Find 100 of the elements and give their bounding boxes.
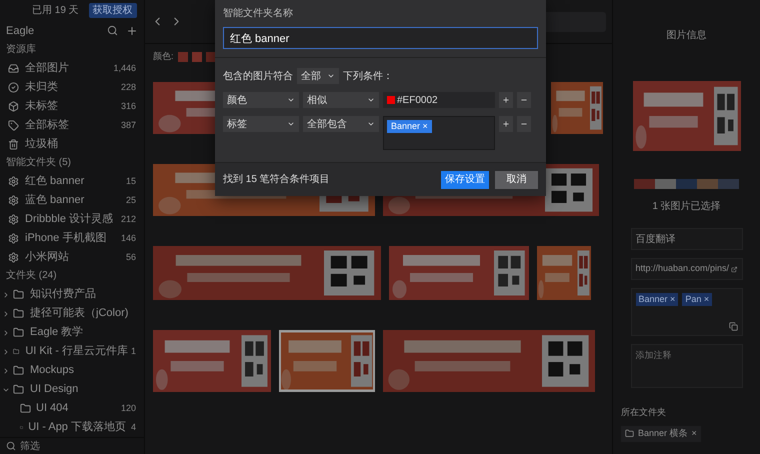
sidebar-item[interactable]: 小米网站 56 — [0, 248, 144, 268]
save-button[interactable]: 保存设置 — [441, 170, 489, 188]
tags-input-field[interactable]: Banner × — [383, 116, 495, 150]
notes-field[interactable]: 添加注释 — [630, 344, 742, 388]
item-label: 未归类 — [25, 80, 59, 96]
folder-label: UI Kit - 行星云元件库 — [25, 344, 128, 360]
folder-icon — [13, 308, 24, 320]
color-swatch[interactable] — [387, 96, 395, 104]
folder-icon — [13, 327, 24, 338]
folder-icon — [20, 403, 31, 414]
gear-icon — [8, 195, 19, 206]
remove-rule-button[interactable] — [517, 116, 531, 132]
field-select[interactable]: 标签 — [223, 116, 299, 132]
palette-color[interactable] — [697, 179, 718, 189]
name-label: 智能文件夹名称 — [223, 6, 293, 21]
gear-icon — [8, 214, 19, 226]
name-field[interactable]: 百度翻译 — [630, 228, 742, 250]
folder-chip[interactable]: Banner 横条 × — [621, 426, 701, 442]
sidebar-item[interactable]: 未归类 228 — [0, 78, 144, 98]
folder-count: 4 — [130, 420, 136, 434]
disclosure-icon[interactable] — [2, 290, 10, 299]
field-select[interactable]: 颜色 — [223, 92, 299, 108]
palette-color[interactable] — [676, 179, 697, 189]
plus-icon — [502, 120, 510, 128]
url-field[interactable]: http://huaban.com/pins/ — [630, 258, 742, 280]
folder-label: UI Design — [30, 382, 80, 398]
remove-rule-button[interactable] — [517, 92, 531, 108]
cancel-button[interactable]: 取消 — [495, 170, 538, 188]
folder-item[interactable]: UI 404 120 — [0, 399, 144, 418]
item-label: 蓝色 banner — [25, 193, 86, 208]
caret-icon — [367, 120, 375, 128]
color-swatch[interactable] — [178, 52, 188, 62]
match-select[interactable]: 全部 — [297, 68, 339, 84]
sidebar-item[interactable]: 全部标签 387 — [0, 116, 144, 136]
caret-icon — [367, 96, 375, 104]
tag-chip[interactable]: Pan × — [682, 293, 712, 306]
color-value-field[interactable]: #EF0002 — [383, 92, 495, 108]
tag-chip[interactable]: Banner × — [387, 120, 432, 133]
filter-field[interactable]: 筛选 — [20, 438, 120, 454]
sidebar-item[interactable]: iPhone 手机截图 146 — [0, 229, 144, 248]
folder-item[interactable]: Eagle 教学 — [0, 323, 144, 342]
caret-icon — [287, 96, 295, 104]
item-count: 56 — [126, 250, 136, 264]
section-heading: 智能文件夹 (5) — [5, 156, 72, 170]
disclosure-icon[interactable] — [2, 328, 10, 337]
inbox-icon — [8, 63, 19, 74]
tags-field[interactable]: Banner × Pan × — [630, 288, 742, 336]
folder-item[interactable]: UI Kit - 行星云元件库 1 — [0, 342, 144, 362]
sidebar-item[interactable]: 垃圾桶 — [0, 135, 144, 154]
buy-button[interactable]: 获取授权 — [88, 2, 137, 18]
item-label: Dribbble 设计灵感 — [25, 212, 114, 228]
search-icon[interactable] — [107, 25, 118, 36]
item-label: 全部图片 — [25, 60, 70, 76]
sidebar-item[interactable]: 全部图片 1,446 — [0, 59, 144, 78]
palette-color[interactable] — [655, 179, 676, 189]
folder-count: 120 — [120, 402, 136, 415]
section-heading: 资源库 — [5, 42, 37, 58]
sidebar-item[interactable]: Dribbble 设计灵感 212 — [0, 210, 144, 230]
add-rule-button[interactable] — [499, 92, 513, 108]
folder-item[interactable]: 知识付费产品 — [0, 285, 144, 304]
add-icon[interactable] — [126, 24, 138, 37]
palette-color[interactable] — [718, 179, 739, 189]
item-label: 垃圾桶 — [25, 137, 59, 152]
copy-icon[interactable] — [728, 322, 738, 331]
folder-label: Eagle 教学 — [30, 325, 84, 340]
panel-title: 图片信息 — [666, 28, 706, 43]
caret-icon — [287, 120, 295, 128]
operator-select[interactable]: 相似 — [303, 92, 379, 108]
folder-label: UI - App 下载落地页 — [28, 420, 126, 436]
item-count: 15 — [126, 174, 136, 188]
folder-icon — [13, 365, 24, 376]
item-label: iPhone 手机截图 — [25, 231, 108, 246]
sidebar-item[interactable]: 红色 banner 15 — [0, 172, 144, 192]
remove-folder[interactable]: × — [692, 426, 697, 440]
trial-days: 已用 19 天 — [32, 2, 79, 18]
folder-item[interactable]: UI - App 下载落地页 4 — [0, 418, 144, 438]
disclosure-icon[interactable] — [2, 348, 10, 356]
sidebar-item[interactable]: 未标签 316 — [0, 97, 144, 116]
check-circle-icon — [8, 82, 19, 94]
gear-icon — [8, 252, 19, 264]
folder-heading: 所在文件夹 — [621, 406, 666, 419]
tag-chip[interactable]: Banner × — [636, 293, 678, 306]
disclosure-icon[interactable] — [2, 310, 10, 318]
selection-count: 1 张图片已选择 — [652, 200, 721, 214]
folder-item[interactable]: UI Design — [0, 380, 144, 400]
color-swatch[interactable] — [206, 52, 216, 62]
item-count: 228 — [120, 80, 136, 94]
item-count: 25 — [126, 194, 136, 207]
palette-color[interactable] — [634, 179, 655, 189]
folder-item[interactable]: 捷径可能表（jColor) — [0, 304, 144, 324]
operator-select[interactable]: 全部包含 — [303, 116, 379, 132]
color-swatch[interactable] — [192, 52, 202, 62]
folder-item[interactable]: Mockups — [0, 361, 144, 380]
folder-name-field[interactable]: 红色 banner — [223, 27, 538, 49]
external-link-icon[interactable] — [731, 264, 738, 274]
disclosure-icon[interactable] — [2, 366, 10, 375]
item-label: 全部标签 — [25, 118, 70, 134]
sidebar-item[interactable]: 蓝色 banner 25 — [0, 191, 144, 210]
folder-chip-label: Banner 横条 — [638, 426, 688, 440]
add-rule-button[interactable] — [499, 116, 513, 132]
